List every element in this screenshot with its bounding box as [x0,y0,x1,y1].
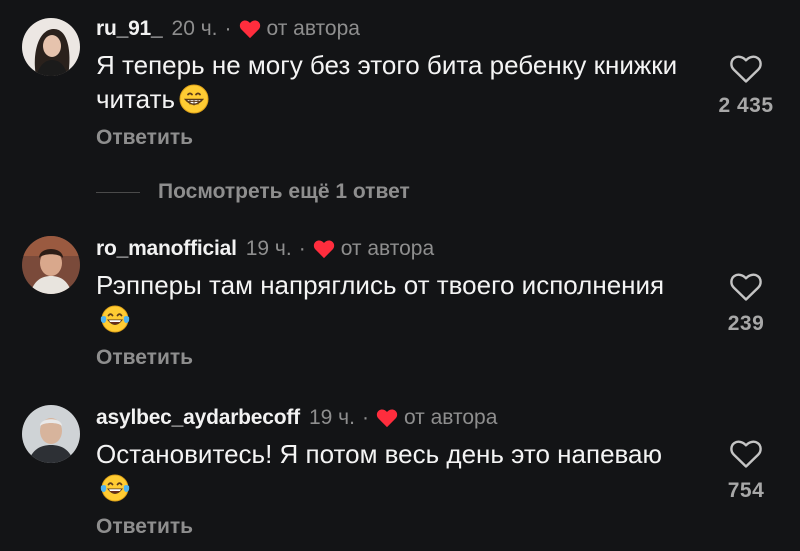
reply-button[interactable]: Ответить [96,515,690,539]
username[interactable]: ro_manofficial [96,237,237,261]
author-label: от автора [403,406,498,429]
view-more-replies-label: Посмотреть ещё 1 ответ [158,180,410,203]
comment-meta: asylbec_aydarbecoff 19 ч. · от автора [96,403,690,433]
like-heart-icon[interactable] [729,439,763,469]
avatar[interactable] [22,236,80,294]
comment-item: ro_manofficial 19 ч. · от автора Рэпперы… [0,234,800,384]
author-label: от автора [340,237,435,260]
comment-text-content: Остановитесь! Я потом весь день это напе… [96,439,663,469]
author-label: от автора [266,17,360,40]
username[interactable]: asylbec_aydarbecoff [96,406,300,430]
reply-button[interactable]: Ответить [96,346,690,370]
like-count: 754 [727,479,765,502]
avatar[interactable] [22,405,80,463]
comment-meta: ru_91_ 20 ч. · от автора [96,14,690,44]
likes-block: 2 435 [706,54,786,118]
timestamp: 19 ч. [308,406,355,429]
tears-of-joy-emoji-icon [100,304,130,334]
timestamp: 20 ч. [171,17,218,40]
comment-item: ru_91_ 20 ч. · от автора Я теперь не мог… [0,14,800,174]
separator-dot: · [361,406,369,429]
view-more-replies-button[interactable]: Посмотреть ещё 1 ответ [96,178,410,206]
username[interactable]: ru_91_ [96,17,163,41]
grinning-face-emoji-icon [179,84,209,114]
likes-block: 754 [706,439,786,503]
timestamp: 19 ч. [245,237,292,260]
like-heart-icon[interactable] [729,272,763,302]
tears-of-joy-emoji-icon [100,473,130,503]
comment-text: Рэпперы там напряглись от твоего исполне… [96,268,690,336]
author-liked-heart-icon [313,239,335,259]
separator-dot: · [224,17,232,40]
comment-meta: ro_manofficial 19 ч. · от автора [96,234,690,264]
comment-text: Остановитесь! Я потом весь день это напе… [96,437,690,505]
like-heart-icon[interactable] [729,54,763,84]
likes-block: 239 [706,272,786,336]
avatar[interactable] [22,18,80,76]
thread-line [96,191,140,193]
like-count: 239 [727,312,765,335]
like-count: 2 435 [718,94,774,117]
comment-text-content: Рэпперы там напряглись от твоего исполне… [96,270,665,300]
author-liked-heart-icon [376,408,398,428]
comment-item: asylbec_aydarbecoff 19 ч. · от автора Ос… [0,403,800,551]
reply-button[interactable]: Ответить [96,126,690,150]
comments-list: ru_91_ 20 ч. · от автора Я теперь не мог… [0,0,800,551]
separator-dot: · [298,237,306,260]
comment-text: Я теперь не могу без этого бита ребенку … [96,48,690,116]
author-liked-heart-icon [239,19,261,39]
